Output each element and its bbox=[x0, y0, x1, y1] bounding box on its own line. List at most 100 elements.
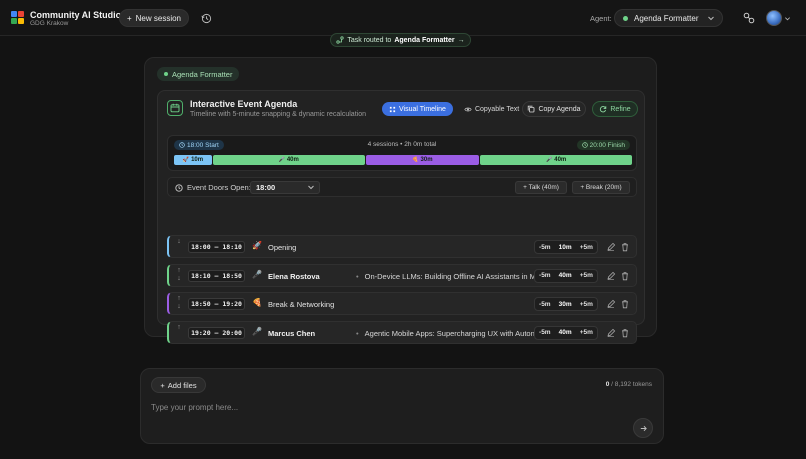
token-counter: 0 / 8,192 tokens bbox=[606, 381, 652, 388]
trash-icon[interactable] bbox=[620, 328, 630, 338]
add-talk-button[interactable]: + Talk (40m) bbox=[515, 181, 567, 194]
new-session-button[interactable]: + New session bbox=[119, 9, 189, 27]
agent-badge: Agenda Formatter bbox=[157, 67, 240, 81]
session-talk-wrap: • Agentic Mobile Apps: Supercharging UX w… bbox=[356, 329, 534, 338]
top-header: Community AI Studio GDG Krakow + New ses… bbox=[0, 0, 806, 36]
user-menu[interactable] bbox=[766, 9, 794, 27]
move-up-icon[interactable]: ↑ bbox=[175, 295, 183, 303]
refine-label: Refine bbox=[610, 105, 631, 113]
routed-prefix: Task routed to bbox=[347, 36, 392, 44]
app-subtitle: GDG Krakow bbox=[30, 20, 69, 27]
duration-stepper: -5m 10m +5m bbox=[534, 240, 598, 254]
reorder-handle[interactable]: ↓ bbox=[175, 238, 183, 256]
copy-agenda-button[interactable]: Copy Agenda bbox=[522, 101, 586, 117]
edit-icon[interactable] bbox=[606, 271, 616, 281]
integrations-button[interactable] bbox=[742, 11, 756, 25]
visual-timeline: 18:00 Start 4 sessions • 2h 0m total 20:… bbox=[167, 135, 637, 171]
plus-icon: + bbox=[160, 380, 165, 390]
session-row[interactable]: ↑ ↓ 18:10 – 18:50 🎤 Elena Rostova • On-Device … bbox=[167, 263, 637, 287]
agent-response-card: Agenda Formatter Interactive Event Agend… bbox=[144, 57, 657, 344]
edit-icon[interactable] bbox=[606, 242, 616, 252]
session-time: 18:00 – 18:10 bbox=[188, 241, 245, 253]
timeline-segment: 🚀 10m bbox=[174, 155, 212, 165]
tab-visual-timeline[interactable]: Visual Timeline bbox=[382, 102, 453, 116]
prompt-box: + Add files 0 / 8,192 tokens bbox=[140, 368, 664, 444]
tab-label: Copyable Text bbox=[474, 105, 520, 113]
session-title: Break & Networking bbox=[268, 300, 335, 309]
tab-label: Visual Timeline bbox=[399, 105, 446, 113]
add-break-button[interactable]: + Break (20m) bbox=[572, 181, 630, 194]
move-down-icon[interactable]: ↓ bbox=[175, 238, 183, 246]
prompt-input[interactable] bbox=[151, 400, 631, 414]
app-logo-icon bbox=[11, 11, 24, 24]
session-duration: 40m bbox=[558, 329, 572, 336]
session-time: 19:20 – 20:00 bbox=[188, 326, 245, 339]
reorder-handle[interactable]: ↑ ↓ bbox=[175, 267, 183, 285]
move-up-icon[interactable]: ↑ bbox=[175, 267, 183, 275]
agent-badge-label: Agenda Formatter bbox=[172, 69, 233, 79]
refine-button[interactable]: Refine bbox=[592, 101, 638, 117]
agent-select[interactable]: Agenda Formatter bbox=[614, 9, 723, 27]
minus-5m-button[interactable]: -5m bbox=[539, 301, 551, 308]
move-down-icon[interactable]: ↓ bbox=[175, 303, 183, 311]
session-row[interactable]: ↑ 19:20 – 20:00 🎤 Marcus Chen • Agentic Mobil… bbox=[167, 320, 637, 344]
doors-open-row: Event Doors Open: 18:00 + Talk (40m) + B… bbox=[167, 177, 637, 197]
segment-emoji-icon: 🎤 bbox=[278, 157, 285, 163]
plus-5m-button[interactable]: +5m bbox=[580, 329, 593, 336]
edit-icon[interactable] bbox=[606, 328, 616, 338]
session-speaker: Marcus Chen bbox=[268, 328, 316, 338]
plus-5m-button[interactable]: +5m bbox=[580, 272, 593, 279]
move-up-icon[interactable]: ↑ bbox=[175, 324, 183, 332]
session-row[interactable]: ↑ ↓ 18:50 – 19:20 🍕 Break & Networking -5m 30m… bbox=[167, 292, 637, 315]
doors-open-select[interactable]: 18:00 bbox=[250, 181, 320, 194]
timeline-summary: 4 sessions • 2h 0m total bbox=[367, 141, 437, 148]
send-button[interactable] bbox=[633, 418, 653, 438]
segment-emoji-icon: 🍕 bbox=[412, 157, 419, 163]
copy-icon bbox=[528, 105, 535, 113]
session-emoji-icon: 🚀 bbox=[252, 241, 262, 250]
session-duration: 40m bbox=[558, 272, 572, 279]
route-icon bbox=[336, 36, 344, 44]
segment-emoji-icon: 🎤 bbox=[546, 157, 553, 163]
plus-5m-button[interactable]: +5m bbox=[580, 244, 593, 251]
session-talk-title: On-Device LLMs: Building Offline AI Assi… bbox=[364, 271, 534, 281]
agenda-title: Interactive Event Agenda bbox=[190, 99, 298, 109]
trash-icon[interactable] bbox=[620, 299, 630, 309]
doors-open-label: Event Doors Open: bbox=[187, 183, 251, 192]
session-row[interactable]: ↓ 18:00 – 18:10 🚀 Opening -5m 10m +5m bbox=[167, 235, 637, 258]
history-icon bbox=[201, 13, 211, 23]
add-files-button[interactable]: + Add files bbox=[151, 377, 206, 393]
session-duration: 10m bbox=[558, 243, 572, 251]
trash-icon[interactable] bbox=[620, 271, 630, 281]
session-talk-wrap: • On-Device LLMs: Building Offline AI Ass… bbox=[356, 272, 534, 281]
copy-agenda-label: Copy Agenda bbox=[538, 105, 581, 113]
minus-5m-button[interactable]: -5m bbox=[539, 244, 551, 251]
tab-copyable-text[interactable]: Copyable Text bbox=[457, 102, 526, 116]
reorder-handle[interactable]: ↑ bbox=[175, 324, 183, 342]
trash-icon[interactable] bbox=[620, 242, 630, 252]
arrow-right-icon: → bbox=[457, 36, 465, 44]
move-down-icon[interactable]: ↓ bbox=[175, 275, 183, 283]
finish-time-pill: 20:00 Finish bbox=[576, 140, 630, 150]
history-button[interactable] bbox=[198, 10, 214, 26]
task-routed-pill[interactable]: Task routed to Agenda Formatter → bbox=[330, 33, 471, 47]
edit-icon[interactable] bbox=[606, 299, 616, 309]
refresh-icon bbox=[600, 106, 607, 113]
bullet-icon: • bbox=[356, 328, 359, 338]
finish-label: 20:00 Finish bbox=[589, 141, 625, 149]
segment-duration-label: 40m bbox=[286, 157, 299, 163]
session-speaker: Elena Rostova bbox=[268, 271, 320, 281]
clock-icon bbox=[175, 183, 183, 192]
session-title: Opening bbox=[268, 243, 297, 252]
reorder-handle[interactable]: ↑ ↓ bbox=[175, 295, 183, 313]
minus-5m-button[interactable]: -5m bbox=[539, 272, 551, 279]
plus-5m-button[interactable]: +5m bbox=[580, 301, 593, 308]
session-emoji-icon: 🎤 bbox=[252, 269, 262, 279]
chevron-down-icon bbox=[708, 16, 714, 21]
agent-status-dot bbox=[164, 72, 168, 76]
minus-5m-button[interactable]: -5m bbox=[539, 329, 551, 336]
session-talk-title: Agentic Mobile Apps: Supercharging UX wi… bbox=[364, 328, 534, 338]
clock-icon bbox=[581, 142, 588, 148]
view-tabs: Visual Timeline Copyable Text bbox=[382, 102, 526, 116]
session-emoji-icon: 🎤 bbox=[252, 326, 262, 336]
